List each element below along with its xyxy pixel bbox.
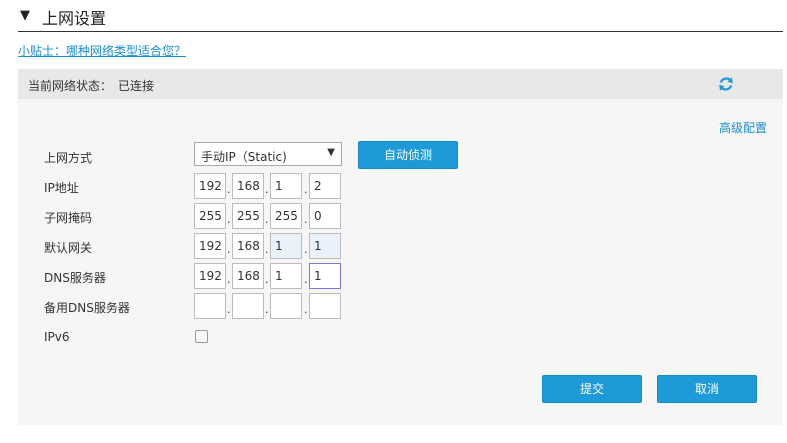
dns-alt-octet-2[interactable] (232, 293, 264, 319)
gateway-octet-2[interactable] (232, 233, 264, 259)
octet-separator: . (304, 273, 308, 286)
subnet-octet-4[interactable] (309, 203, 341, 229)
section-header: ▼ 上网设置 (18, 4, 783, 32)
octet-separator: . (227, 243, 231, 256)
octet-separator: . (304, 303, 308, 316)
advanced-config-link[interactable]: 高级配置 (719, 119, 767, 136)
dns-alt-octet-4[interactable] (309, 293, 341, 319)
page-title: 上网设置 (42, 9, 107, 28)
octet-separator: . (227, 183, 231, 196)
gateway-octet-1[interactable] (194, 233, 226, 259)
gateway-field: . . . (194, 233, 344, 259)
subnet-mask-field: . . . (194, 203, 344, 229)
octet-separator: . (304, 213, 308, 226)
dns-alt-octet-1[interactable] (194, 293, 226, 319)
dns-octet-3[interactable] (270, 263, 302, 289)
subnet-octet-3[interactable] (270, 203, 302, 229)
ip-octet-1[interactable] (194, 173, 226, 199)
dns-octet-1[interactable] (194, 263, 226, 289)
octet-separator: . (265, 303, 269, 316)
status-bar: 当前网络状态： 已连接 (18, 69, 783, 99)
octet-separator: . (227, 213, 231, 226)
wan-mode-select[interactable]: 手动IP（Static) ▼ (194, 142, 342, 166)
octet-separator: . (265, 273, 269, 286)
subnet-octet-1[interactable] (194, 203, 226, 229)
wan-mode-label: 上网方式 (44, 151, 93, 165)
refresh-icon[interactable] (717, 75, 735, 93)
ip-octet-2[interactable] (232, 173, 264, 199)
ipv6-checkbox[interactable] (195, 330, 208, 343)
ip-label: IP地址 (44, 181, 79, 195)
gateway-octet-4[interactable] (309, 233, 341, 259)
octet-separator: . (227, 303, 231, 316)
octet-separator: . (304, 183, 308, 196)
octet-separator: . (265, 243, 269, 256)
ip-octet-3[interactable] (270, 173, 302, 199)
dropdown-arrow-icon: ▼ (327, 147, 335, 158)
gateway-label: 默认网关 (44, 241, 93, 255)
dns-alt-field: . . . (194, 293, 344, 319)
octet-separator: . (227, 273, 231, 286)
collapse-triangle-icon[interactable]: ▼ (20, 8, 30, 23)
octet-separator: . (265, 183, 269, 196)
status-label: 当前网络状态： (28, 79, 113, 93)
settings-panel: 当前网络状态： 已连接 高级配置 上网方式 手动IP（Static) ▼ 自动侦… (18, 69, 783, 425)
ipv6-label: IPv6 (44, 330, 70, 344)
dns-field: . . . (194, 263, 344, 289)
dns-octet-2[interactable] (232, 263, 264, 289)
dns-label: DNS服务器 (44, 271, 106, 285)
status-value: 已连接 (118, 79, 155, 93)
dns-octet-4[interactable] (309, 263, 341, 289)
ip-address-field: . . . (194, 173, 344, 199)
octet-separator: . (265, 213, 269, 226)
subnet-label: 子网掩码 (44, 211, 93, 225)
auto-detect-button[interactable]: 自动侦测 (358, 141, 458, 169)
submit-button[interactable]: 提交 (542, 375, 642, 403)
gateway-octet-3[interactable] (270, 233, 302, 259)
octet-separator: . (304, 243, 308, 256)
subnet-octet-2[interactable] (232, 203, 264, 229)
tip-link[interactable]: 小贴士：哪种网络类型适合您？ (18, 42, 186, 59)
cancel-button[interactable]: 取消 (657, 375, 757, 403)
ip-octet-4[interactable] (309, 173, 341, 199)
wan-mode-value: 手动IP（Static) (201, 150, 287, 164)
dns-alt-octet-3[interactable] (270, 293, 302, 319)
dns-alt-label: 备用DNS服务器 (44, 301, 130, 315)
